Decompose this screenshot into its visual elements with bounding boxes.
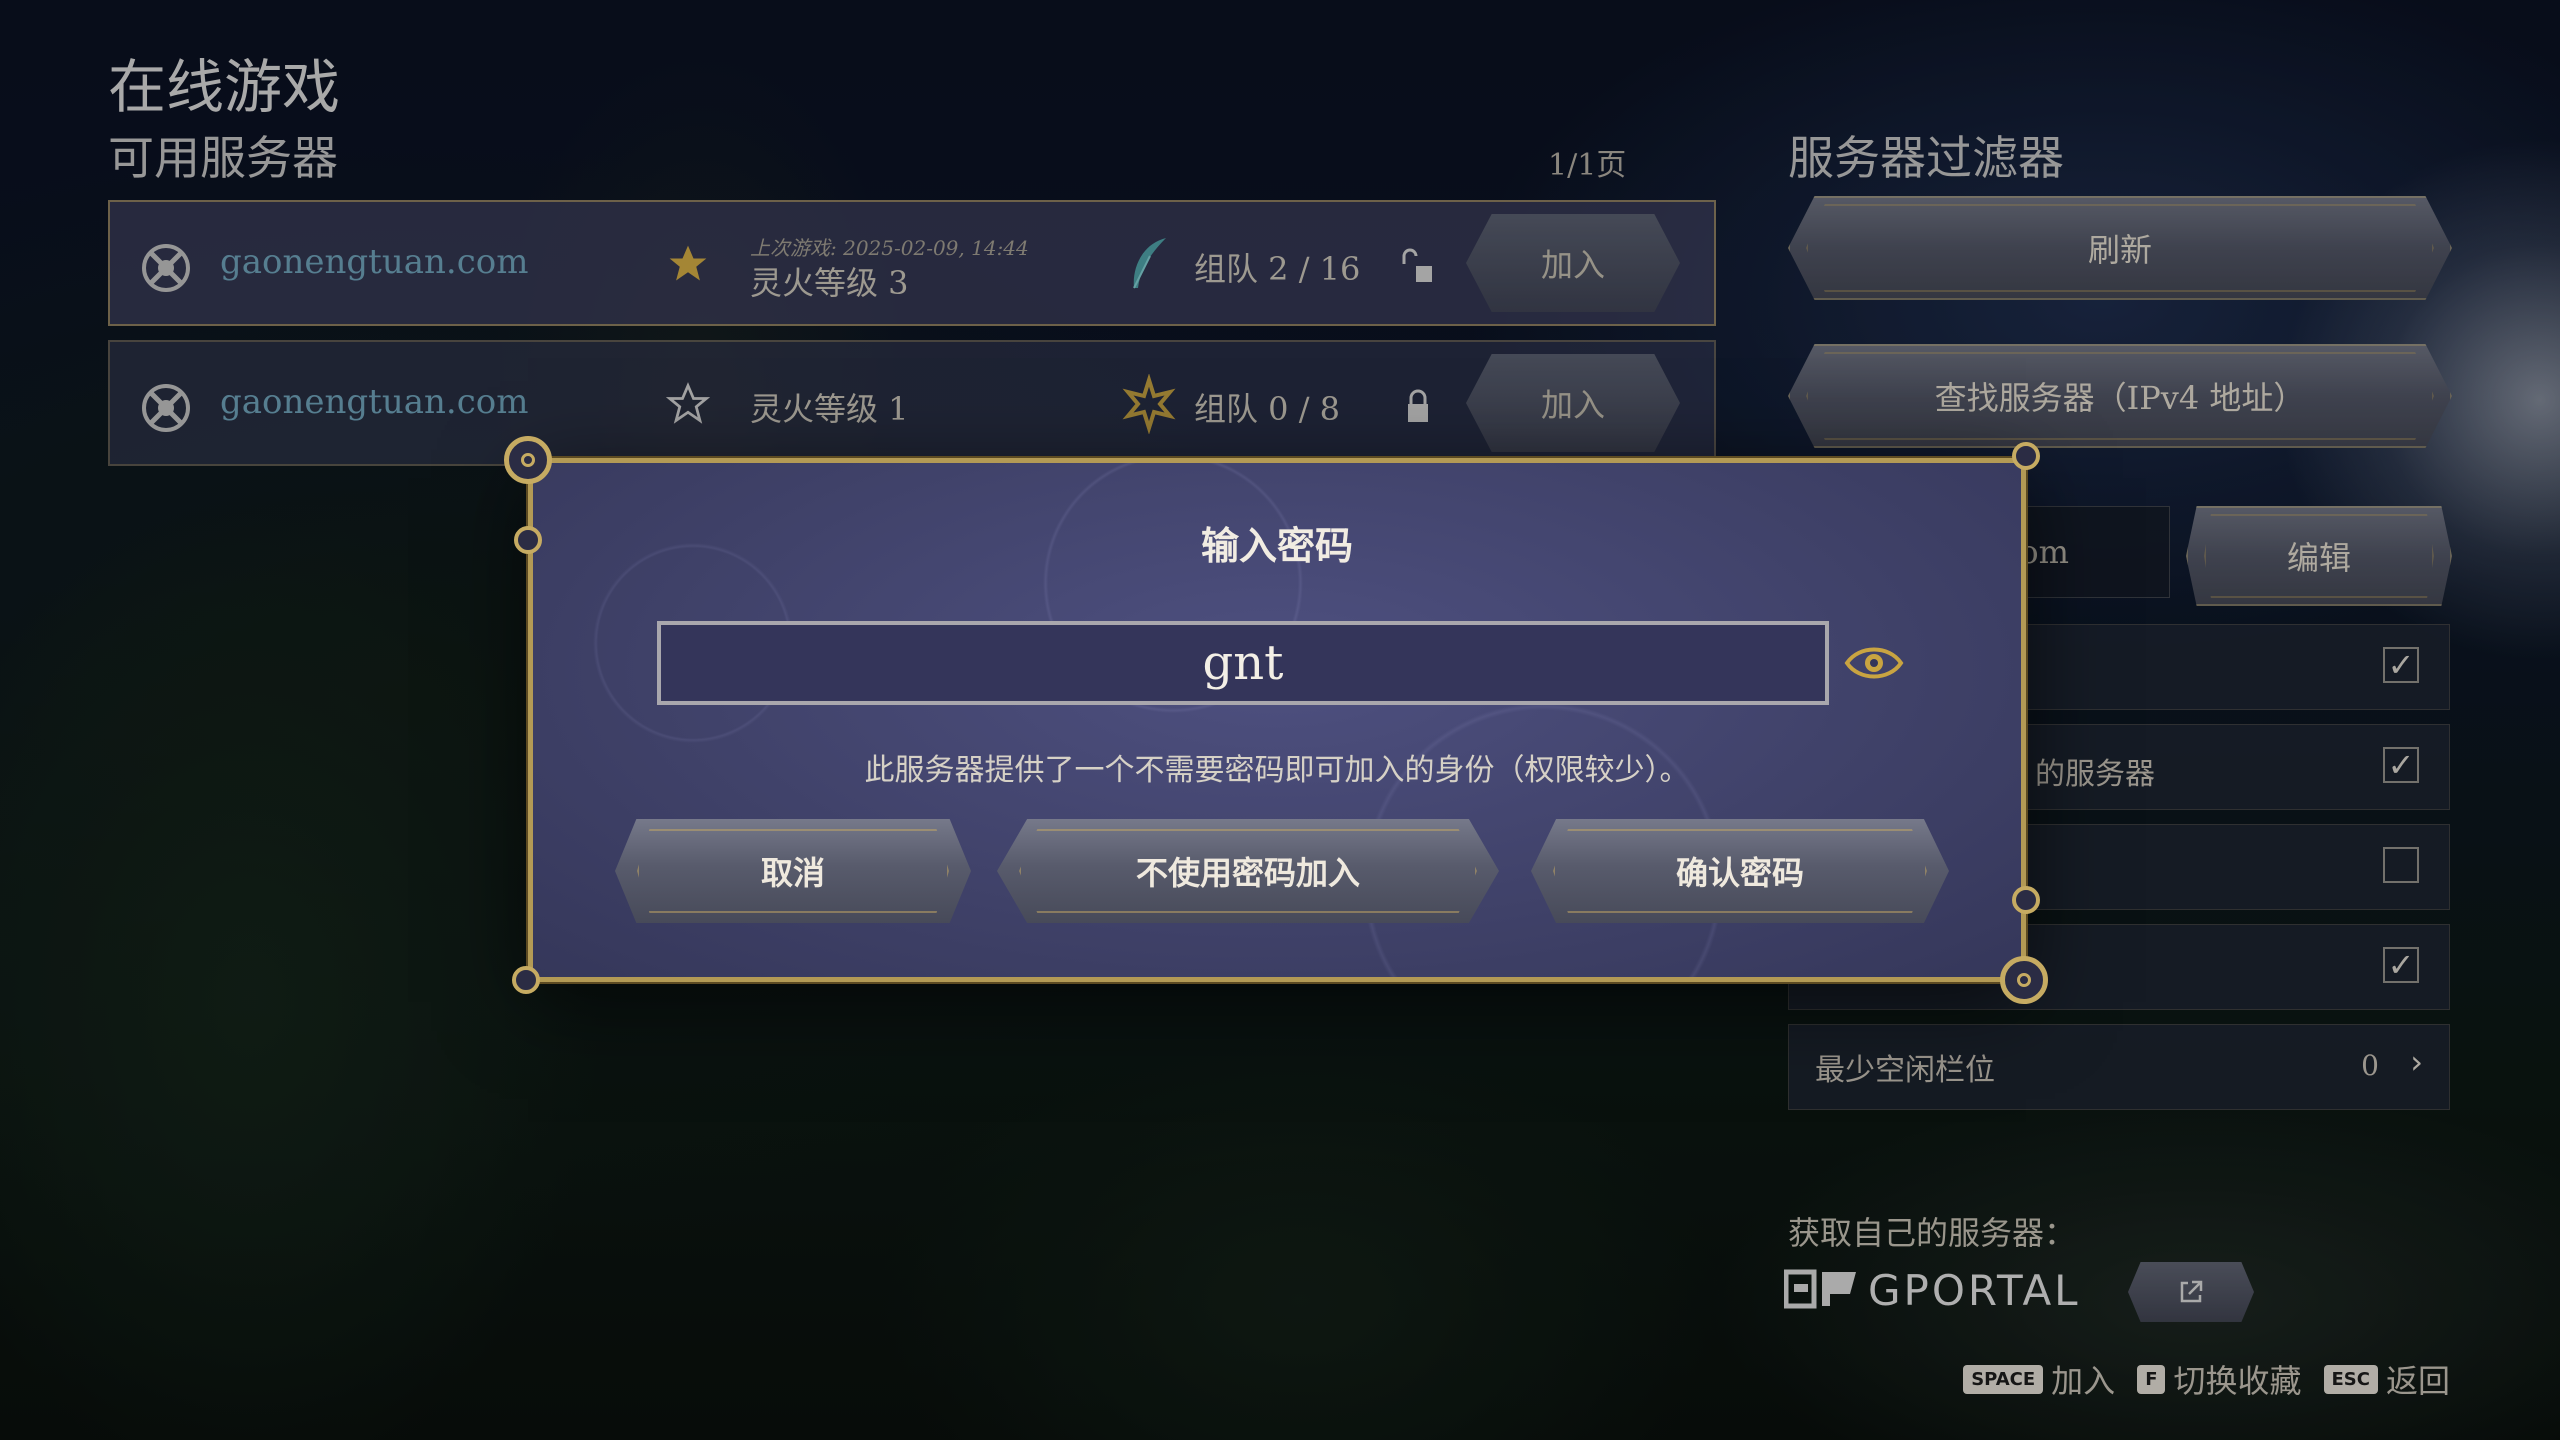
lock-icon [1408,389,1428,422]
min-free-slots-row[interactable]: 最少空闲栏位 0 › [1788,1024,2450,1110]
cancel-button[interactable]: 取消 [615,819,971,923]
checkbox-checked[interactable]: ✓ [2383,946,2419,984]
join-button[interactable]: 加入 [1466,214,1680,312]
server-name: gaonengtuan.com [220,242,529,282]
hint-bar: SPACE 加入 F 切换收藏 ESC 返回 [1963,1356,2450,1402]
edit-button[interactable]: 编辑 [2186,506,2452,606]
get-server-label: 获取自己的服务器： [1788,1214,2077,1252]
hint-label: 加入 [2051,1362,2116,1400]
confirm-password-button[interactable]: 确认密码 [1531,819,1949,923]
dialog-title: 输入密码 [1200,523,1353,568]
corner-ornament [2012,442,2040,470]
filter-panel-title: 服务器过滤器 [1788,131,2064,185]
f-key-icon: F [2137,1364,2166,1394]
gportal-logo[interactable]: GPORTAL [1784,1266,2114,1315]
last-played: 上次游戏: 2025-02-09, 14:44 [750,236,1029,260]
unlocked-icon [1402,248,1432,282]
external-link-icon [2180,1280,2203,1303]
password-input[interactable] [657,621,1829,705]
hint-label: 返回 [2385,1362,2450,1400]
server-emblem-icon [142,244,190,292]
server-level: 灵火等级 1 [750,390,909,428]
page-indicator: 1/1页 [1548,148,1627,183]
favorite-star-outline-icon[interactable] [666,382,710,426]
dialog-note: 此服务器提供了一个不需要密码即可加入的身份（权限较少）。 [864,753,1690,788]
feather-icon [1133,238,1166,289]
hint-join: SPACE 加入 [1963,1356,2115,1402]
min-free-slots-value: 0 [2361,1049,2379,1082]
checkbox-checked[interactable]: ✓ [2383,746,2419,784]
party-count: 组队 2 / 16 [1194,250,1361,288]
corner-ornament [504,436,552,484]
favorite-star-icon[interactable] [666,242,710,286]
password-dialog: 输入密码 此服务器提供了一个不需要密码即可加入的身份（权限较少）。 取消 不使用… [528,458,2026,982]
server-name: gaonengtuan.com [220,382,529,422]
filter-option-label: 的服务器 [2035,757,2155,792]
checkbox-checked[interactable]: ✓ [2383,646,2419,684]
gportal-logo-icon [1784,1269,1856,1309]
refresh-button[interactable]: 刷新 [1788,196,2452,300]
chevron-right-icon[interactable]: › [2410,1043,2423,1081]
esc-key-icon: ESC [2323,1364,2378,1394]
sun-emblem-icon [1122,374,1176,434]
corner-ornament [2012,886,2040,914]
server-row[interactable]: gaonengtuan.com 灵火等级 1 组队 0 / 8 加入 [108,340,1716,466]
min-free-slots-label: 最少空闲栏位 [1815,1053,1995,1088]
page-title: 在线游戏 [108,53,341,121]
server-row[interactable]: gaonengtuan.com 上次游戏: 2025-02-09, 14:44 … [108,200,1716,326]
server-emblem-icon [142,384,190,432]
space-key-icon: SPACE [1963,1364,2044,1394]
corner-ornament [2000,956,2048,1004]
gportal-text: GPORTAL [1868,1266,2081,1315]
find-server-button[interactable]: 查找服务器（IPv4 地址） [1788,344,2452,448]
server-level: 灵火等级 3 [750,264,909,302]
join-button[interactable]: 加入 [1466,354,1680,452]
eye-icon[interactable] [1843,635,1905,691]
join-without-password-button[interactable]: 不使用密码加入 [997,819,1499,923]
corner-ornament [512,966,540,994]
section-title: 可用服务器 [108,131,338,185]
corner-ornament [514,526,542,554]
hint-label: 切换收藏 [2173,1362,2302,1400]
external-link-button[interactable] [2128,1262,2254,1322]
hint-back: ESC 返回 [2323,1356,2450,1402]
party-count: 组队 0 / 8 [1194,390,1341,428]
checkbox-unchecked[interactable] [2383,847,2419,883]
hint-favorite: F 切换收藏 [2137,1356,2302,1402]
